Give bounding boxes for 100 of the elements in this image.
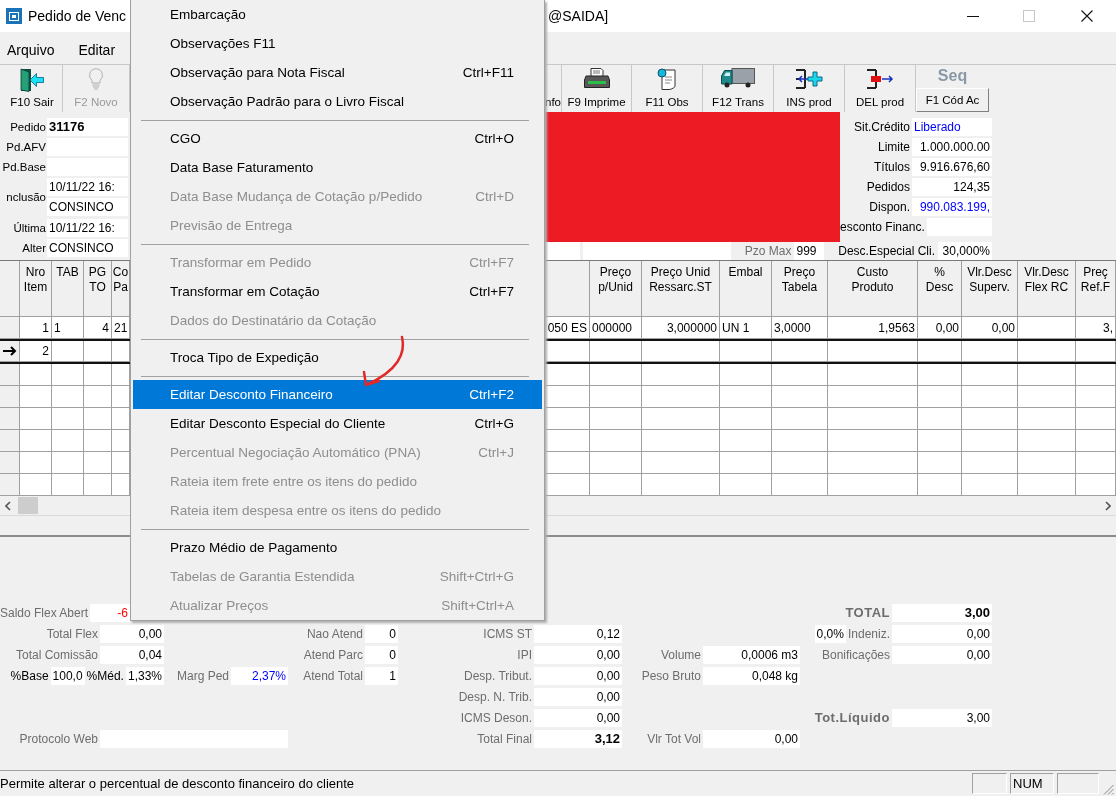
- table-header-cell: % Desc: [918, 261, 962, 317]
- menu-item[interactable]: Observação para Nota Fiscal Ctrl+F11: [133, 58, 542, 87]
- minimize-icon: [967, 15, 979, 17]
- input-field[interactable]: 0,00: [534, 687, 622, 706]
- input-field[interactable]: 0,0006 m3: [703, 645, 800, 664]
- input-field[interactable]: CONSINCO: [47, 198, 128, 216]
- input-field[interactable]: 0,12: [534, 624, 622, 643]
- input-field[interactable]: [545, 242, 580, 260]
- input-field[interactable]: 1.000.000.00: [912, 138, 992, 156]
- field-label: Títulos: [874, 160, 910, 174]
- table-cell: [720, 386, 772, 408]
- field-label: Desc.Especial Cli.: [838, 244, 935, 258]
- input-field[interactable]: 0: [365, 624, 398, 643]
- row-indicator-cell[interactable]: [0, 474, 20, 496]
- menu-item[interactable]: Data Base Faturamento: [133, 153, 542, 182]
- field-label: Vlr Tot Vol: [647, 731, 701, 746]
- note-icon: [657, 68, 677, 90]
- table-cell: [1076, 386, 1116, 408]
- input-field[interactable]: CONSINCO: [47, 239, 128, 257]
- input-field[interactable]: 3,00: [892, 603, 992, 622]
- row-indicator-cell[interactable]: [0, 341, 20, 362]
- input-field[interactable]: 0,0%: [814, 624, 846, 643]
- input-field[interactable]: 30,000%: [938, 242, 992, 260]
- input-field[interactable]: 3,12: [534, 729, 622, 748]
- table-cell: [590, 452, 642, 474]
- input-field[interactable]: 100,0: [50, 666, 85, 685]
- current-row-arrow-icon: [2, 346, 17, 356]
- input-field[interactable]: 0,00: [534, 645, 622, 664]
- table-cell: [52, 364, 84, 386]
- input-field[interactable]: 0,00: [534, 708, 622, 727]
- input-field[interactable]: Liberado: [912, 118, 992, 136]
- table-cell: [1076, 408, 1116, 430]
- input-field[interactable]: 3,00: [892, 708, 992, 727]
- input-field[interactable]: 0: [365, 645, 398, 664]
- input-field[interactable]: 0,048 kg: [703, 666, 800, 685]
- field-label: %Méd.: [86, 668, 124, 683]
- input-field[interactable]: [583, 242, 731, 260]
- toolbar-button[interactable]: F1 Cód Ac: [916, 88, 989, 112]
- table-cell: 0,00: [962, 317, 1018, 339]
- field-label: Protocolo Web: [19, 731, 98, 746]
- input-field[interactable]: 9.916.676,60: [912, 158, 992, 176]
- menu-item[interactable]: Troca Tipo de Expedição: [133, 343, 542, 372]
- table-cell: [84, 452, 112, 474]
- input-field[interactable]: 0,00: [534, 666, 622, 685]
- table-cell: [772, 408, 828, 430]
- table-cell: 050 ES: [545, 317, 590, 339]
- row-indicator-cell[interactable]: [0, 364, 20, 386]
- menu-item[interactable]: Embarcação: [133, 0, 542, 29]
- input-field[interactable]: 124,35: [912, 178, 992, 196]
- input-field[interactable]: 10/11/22 16:: [47, 178, 128, 196]
- input-field[interactable]: 1: [365, 666, 398, 685]
- input-field[interactable]: 0,00: [703, 729, 800, 748]
- table-cell: [20, 364, 52, 386]
- table-cell: 2: [20, 341, 52, 362]
- field-label: Pedido: [9, 120, 46, 135]
- input-field[interactable]: 0,00: [100, 624, 164, 643]
- row-indicator-cell[interactable]: [0, 386, 20, 408]
- field-label: Atend Parc: [303, 647, 363, 662]
- input-field[interactable]: 1,33%: [125, 666, 164, 685]
- menu-item[interactable]: Editar Desconto Especial do Cliente Ctrl+G: [133, 409, 542, 438]
- toolbar-button[interactable]: F10 Sair: [2, 65, 63, 112]
- row-indicator-cell[interactable]: [0, 452, 20, 474]
- field-label: %Base: [10, 668, 49, 683]
- input-field[interactable]: 2,37%: [231, 666, 288, 685]
- menu-item[interactable]: CGO Ctrl+O: [133, 124, 542, 153]
- close-icon: [1081, 10, 1093, 22]
- row-indicator-cell[interactable]: [0, 430, 20, 452]
- input-field[interactable]: 0,00: [892, 645, 992, 664]
- input-field[interactable]: 990.083.199,: [912, 198, 992, 216]
- maximize-icon: [1023, 10, 1035, 22]
- field-label: ICMS ST: [483, 626, 532, 641]
- window-title: Pedido de Venc: [28, 8, 127, 24]
- menubar-item[interactable]: Editar: [71, 39, 123, 61]
- input-field[interactable]: -6: [90, 603, 130, 622]
- input-field[interactable]: 0,04: [100, 645, 164, 664]
- menu-item[interactable]: Observações F11: [133, 29, 542, 58]
- field-label: Total Flex: [46, 626, 98, 641]
- row-indicator-cell[interactable]: [0, 408, 20, 430]
- menu-item[interactable]: Editar Desconto Financeiro Ctrl+F2: [133, 380, 542, 409]
- table-cell: [1076, 341, 1116, 362]
- input-field[interactable]: 31176: [47, 118, 128, 136]
- menu-item[interactable]: Prazo Médio de Pagamento: [133, 533, 542, 562]
- shortcut-text: Ctrl+O: [474, 131, 514, 146]
- field-label: Marg Ped: [176, 668, 229, 683]
- field-label: Volume: [660, 647, 701, 662]
- shortcut-text: Ctrl+F11: [462, 65, 514, 80]
- status-panel: [972, 773, 1007, 794]
- field-label: esconto Financ.: [840, 220, 925, 234]
- table-header-cell: Preço p/Unid: [590, 261, 642, 317]
- input-field[interactable]: 0,00: [892, 624, 992, 643]
- scrollbar-thumb[interactable]: [18, 497, 38, 514]
- table-cell: [962, 474, 1018, 496]
- input-field[interactable]: 999: [794, 242, 825, 260]
- menu-item[interactable]: Observação Padrão para o Livro Fiscal: [133, 87, 542, 116]
- table-cell: 3,000000: [642, 317, 720, 339]
- table-cell: [772, 364, 828, 386]
- row-indicator-cell[interactable]: [0, 317, 20, 339]
- menu-item[interactable]: Transformar em Cotação Ctrl+F7: [133, 277, 542, 306]
- menubar-item[interactable]: Arquivo: [0, 39, 62, 61]
- input-field[interactable]: 10/11/22 16:: [47, 219, 128, 237]
